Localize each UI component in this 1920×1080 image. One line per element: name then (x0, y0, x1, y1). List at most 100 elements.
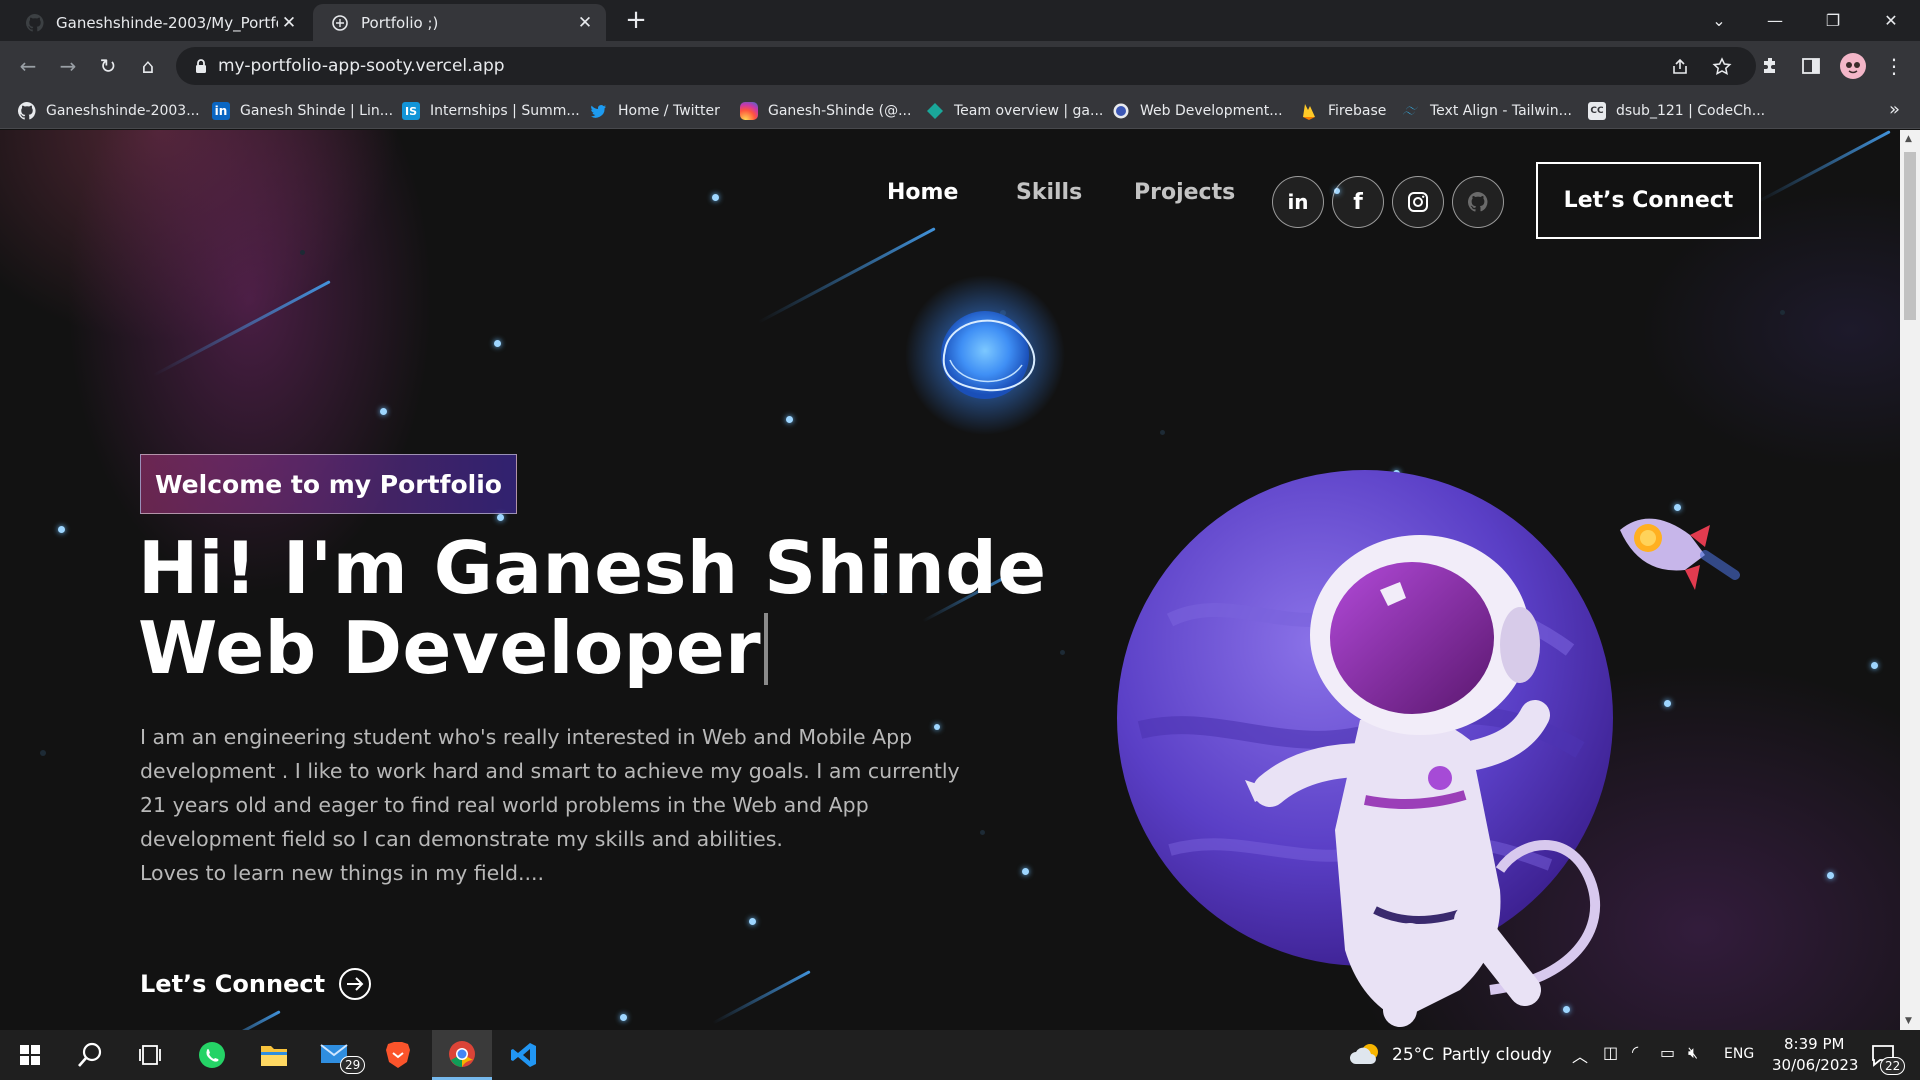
bookmark-item[interactable]: IS Internships | Summ... (402, 100, 580, 122)
bookmark-item[interactable]: Text Align - Tailwin... (1402, 100, 1572, 122)
weather-temperature[interactable]: 25°C (1392, 1045, 1434, 1065)
close-tab-icon[interactable]: ✕ (574, 12, 596, 34)
star (494, 340, 501, 347)
bookmark-item[interactable]: Web Development... (1112, 100, 1283, 122)
facebook-icon: f (1353, 189, 1363, 215)
star (749, 918, 756, 925)
bookmark-label: Ganesh Shinde | Lin... (240, 103, 394, 119)
weather-partly-cloudy-icon[interactable] (1350, 1040, 1384, 1070)
mail-badge: 29 (340, 1056, 366, 1074)
clock-date[interactable]: 30/06/2023 (1772, 1056, 1858, 1074)
profile-avatar-icon[interactable] (1840, 53, 1866, 79)
glowing-orb-icon (905, 275, 1065, 435)
new-tab-icon[interactable]: + (622, 6, 650, 34)
battery-icon[interactable]: ▭ (1660, 1043, 1675, 1062)
scrollbar-thumb[interactable] (1904, 152, 1916, 320)
codechef-icon: CC (1588, 102, 1606, 120)
nav-link-skills[interactable]: Skills (1016, 180, 1082, 205)
tab-github[interactable]: Ganeshshinde-2003/My_Portfolio ✕ (8, 4, 310, 41)
search-icon[interactable] (62, 1030, 118, 1080)
bookmark-item[interactable]: Team overview | ga... (926, 100, 1103, 122)
menu-kebab-icon[interactable]: ⋮ (1880, 52, 1908, 80)
close-tab-icon[interactable]: ✕ (278, 12, 300, 34)
shooting-star (152, 280, 331, 377)
shooting-star (208, 1010, 281, 1030)
back-icon[interactable]: ← (14, 52, 42, 80)
bookmark-item[interactable]: Home / Twitter (590, 100, 720, 122)
github-icon (1468, 192, 1488, 212)
bookmark-item[interactable]: Firebase (1300, 100, 1386, 122)
tab-search-icon[interactable]: ⌄ (1690, 0, 1748, 41)
instagram-icon (740, 102, 758, 120)
bio-line: Loves to learn new things in my field...… (140, 861, 545, 885)
lets-connect-nav-button[interactable]: Let’s Connect (1536, 162, 1761, 239)
lock-icon (196, 59, 206, 73)
star (1827, 872, 1834, 879)
share-icon[interactable] (1670, 57, 1690, 77)
bookmark-label: Text Align - Tailwin... (1430, 103, 1572, 119)
hero-bio: I am an engineering student who's really… (140, 720, 1040, 890)
side-panel-icon[interactable] (1800, 55, 1822, 77)
star (1871, 662, 1878, 669)
tab-title: Ganeshshinde-2003/My_Portfolio (56, 13, 278, 32)
extensions-icon[interactable] (1760, 55, 1782, 77)
bookmark-label: Firebase (1328, 103, 1387, 119)
instagram-social-button[interactable] (1392, 176, 1444, 228)
linkedin-social-button[interactable]: in (1272, 176, 1324, 228)
hero-heading-line1: Hi! I'm Ganesh Shinde (138, 526, 1047, 610)
start-windows-icon[interactable] (2, 1030, 58, 1080)
volume-muted-icon[interactable]: 🔇︎ (1688, 1043, 1698, 1063)
hero-heading-line2-wrap: Web Developer (138, 608, 1047, 688)
lets-connect-cta-button[interactable]: Let’s Connect (140, 968, 372, 1000)
weather-condition[interactable]: Partly cloudy (1442, 1045, 1552, 1065)
bookmark-label: Web Development... (1140, 103, 1283, 119)
bookmark-item[interactable]: Ganesh-Shinde (@... (740, 100, 911, 122)
forward-icon[interactable]: → (54, 52, 82, 80)
bio-line: development . I like to work hard and sm… (140, 759, 960, 783)
more-bookmarks-icon[interactable]: » (1889, 99, 1900, 120)
internshala-icon: IS (402, 102, 420, 120)
github-social-button[interactable] (1452, 176, 1504, 228)
nav-link-projects[interactable]: Projects (1134, 180, 1235, 205)
chevron-up-icon[interactable]: ︿ (1572, 1043, 1588, 1067)
star (712, 194, 719, 201)
input-language[interactable]: ENG (1724, 1046, 1754, 1062)
brain-icon (332, 14, 348, 31)
minimize-icon[interactable]: — (1746, 0, 1804, 41)
address-bar[interactable] (176, 47, 1756, 85)
meet-now-icon[interactable]: ◫ (1603, 1043, 1618, 1062)
task-view-icon[interactable] (122, 1030, 178, 1080)
bookmark-star-icon[interactable] (1712, 57, 1732, 77)
mail-icon[interactable]: 29 (308, 1030, 366, 1080)
close-window-icon[interactable]: ✕ (1862, 0, 1920, 41)
facebook-social-button[interactable]: f (1332, 176, 1384, 228)
windows-taskbar: 29 25°C Partly cloudy ︿ ◫ ◜ ▭ 🔇︎ ENG 8:3… (0, 1030, 1920, 1080)
whatsapp-icon[interactable] (184, 1030, 240, 1080)
url-input[interactable] (218, 56, 1318, 76)
star (58, 526, 65, 533)
page-scrollbar[interactable]: ▲ ▼ (1900, 130, 1920, 1030)
bookmark-item[interactable]: in Ganesh Shinde | Lin... (212, 100, 393, 122)
bookmark-item[interactable]: Ganeshshinde-2003... (18, 100, 200, 122)
bookmark-item[interactable]: CC dsub_121 | CodeCh... (1588, 100, 1765, 122)
star (620, 1014, 627, 1021)
star (786, 416, 793, 423)
vscode-icon[interactable] (496, 1030, 552, 1080)
file-explorer-icon[interactable] (246, 1030, 302, 1080)
brave-browser-icon[interactable] (370, 1030, 426, 1080)
scroll-up-icon[interactable]: ▲ (1905, 134, 1912, 144)
clock-time[interactable]: 8:39 PM (1784, 1035, 1844, 1053)
restore-icon[interactable]: ❐ (1804, 0, 1862, 41)
nav-link-home[interactable]: Home (887, 180, 958, 205)
chrome-browser-icon[interactable] (432, 1030, 492, 1080)
bio-line: 21 years old and eager to find real worl… (140, 793, 869, 817)
reload-icon[interactable]: ↻ (94, 52, 122, 80)
linkedin-icon: in (212, 102, 230, 120)
scroll-down-icon[interactable]: ▼ (1905, 1016, 1912, 1026)
wifi-icon[interactable]: ◜ (1632, 1042, 1638, 1061)
typing-cursor (764, 613, 769, 685)
bookmark-label: Ganeshshinde-2003... (46, 103, 200, 119)
tab-portfolio[interactable]: Portfolio ;) ✕ (313, 4, 606, 41)
dust-particle (40, 750, 46, 756)
home-icon[interactable]: ⌂ (134, 52, 162, 80)
